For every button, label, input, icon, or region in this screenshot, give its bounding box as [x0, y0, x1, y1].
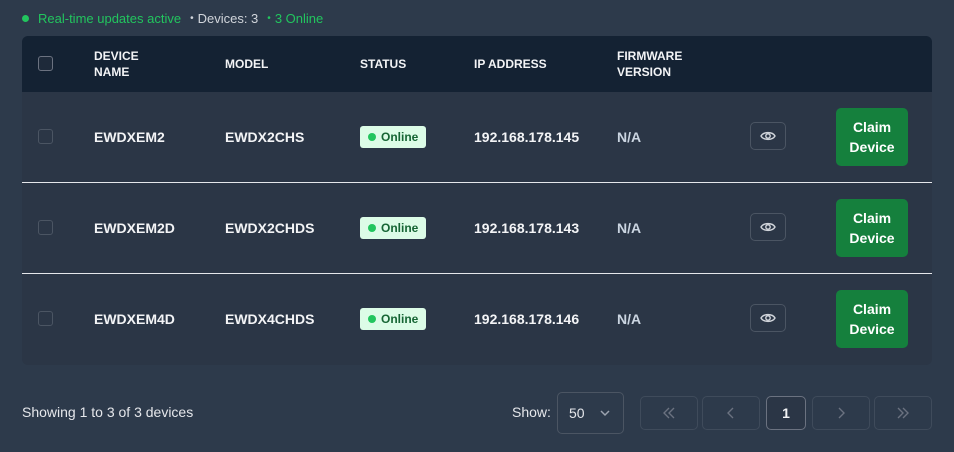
device-model: EWDX4CHDS	[225, 311, 315, 327]
table-header: DEVICE NAME MODEL STATUS IP ADDRESS FIRM…	[22, 36, 932, 92]
last-page-button[interactable]	[874, 396, 932, 430]
view-device-button[interactable]	[750, 122, 786, 150]
page-size-label: Show:	[512, 404, 551, 420]
table-row: EWDXEM2D EWDX2CHDS Online 192.168.178.14…	[22, 183, 932, 273]
double-chevron-right-icon	[897, 407, 909, 419]
realtime-status-bar: Real-time updates active • Devices: 3 • …	[22, 10, 323, 26]
first-page-button[interactable]	[640, 396, 698, 430]
header-status[interactable]: STATUS	[360, 36, 406, 92]
claim-device-button[interactable]: Claim Device	[836, 108, 908, 166]
online-count: 3 Online	[274, 10, 324, 26]
firmware-version: N/A	[617, 220, 642, 236]
firmware-version: N/A	[617, 129, 642, 145]
ip-address: 192.168.178.145	[474, 129, 580, 145]
eye-icon	[760, 131, 776, 141]
device-model: EWDX2CHDS	[225, 220, 315, 236]
devices-table: DEVICE NAME MODEL STATUS IP ADDRESS FIRM…	[22, 36, 932, 365]
next-page-button[interactable]	[812, 396, 870, 430]
device-count: Devices: 3	[197, 10, 259, 26]
firmware-version: N/A	[617, 311, 642, 327]
claim-device-button[interactable]: Claim Device	[836, 290, 908, 348]
status-badge-label: Online	[381, 221, 419, 235]
ip-address: 192.168.178.146	[474, 311, 580, 327]
chevron-right-icon	[838, 407, 845, 419]
claim-device-button[interactable]: Claim Device	[836, 199, 908, 257]
separator-dot-icon: •	[190, 12, 194, 24]
previous-page-button[interactable]	[702, 396, 760, 430]
realtime-status-text: Real-time updates active	[38, 10, 182, 26]
table-row: EWDXEM2 EWDX2CHS Online 192.168.178.145 …	[22, 92, 932, 182]
chevron-down-icon	[600, 410, 610, 417]
online-dot-icon	[368, 133, 376, 141]
status-cell: Online	[360, 92, 427, 182]
status-badge: Online	[360, 217, 427, 239]
page-size-select[interactable]: 50	[557, 392, 624, 434]
row-checkbox[interactable]	[38, 220, 53, 235]
header-device-name[interactable]: DEVICE NAME	[94, 36, 164, 92]
pagination-summary: Showing 1 to 3 of 3 devices	[22, 404, 194, 420]
row-checkbox[interactable]	[38, 311, 53, 326]
header-ip-address[interactable]: IP ADDRESS	[474, 36, 547, 92]
ip-address: 192.168.178.143	[474, 220, 580, 236]
page-size-value: 50	[569, 405, 585, 421]
header-firmware-version[interactable]: FIRMWARE VERSION	[617, 36, 687, 92]
live-indicator-icon	[22, 14, 29, 22]
status-badge-label: Online	[381, 130, 419, 144]
device-name: EWDXEM4D	[94, 311, 175, 327]
online-dot-icon	[368, 224, 376, 232]
online-dot-icon	[368, 315, 376, 323]
status-cell: Online	[360, 183, 427, 273]
page-button-current[interactable]: 1	[766, 396, 806, 430]
row-checkbox[interactable]	[38, 129, 53, 144]
separator-dot-icon: •	[267, 12, 271, 24]
header-model[interactable]: MODEL	[225, 36, 268, 92]
select-all-checkbox[interactable]	[38, 56, 53, 71]
double-chevron-left-icon	[663, 407, 675, 419]
eye-icon	[760, 313, 776, 323]
eye-icon	[760, 222, 776, 232]
view-device-button[interactable]	[750, 304, 786, 332]
chevron-left-icon	[727, 407, 734, 419]
status-badge-label: Online	[381, 312, 419, 326]
view-device-button[interactable]	[750, 213, 786, 241]
status-cell: Online	[360, 274, 427, 364]
status-badge: Online	[360, 126, 427, 148]
device-name: EWDXEM2D	[94, 220, 175, 236]
table-row: EWDXEM4D EWDX4CHDS Online 192.168.178.14…	[22, 274, 932, 364]
device-name: EWDXEM2	[94, 129, 165, 145]
status-badge: Online	[360, 308, 427, 330]
device-model: EWDX2CHS	[225, 129, 305, 145]
